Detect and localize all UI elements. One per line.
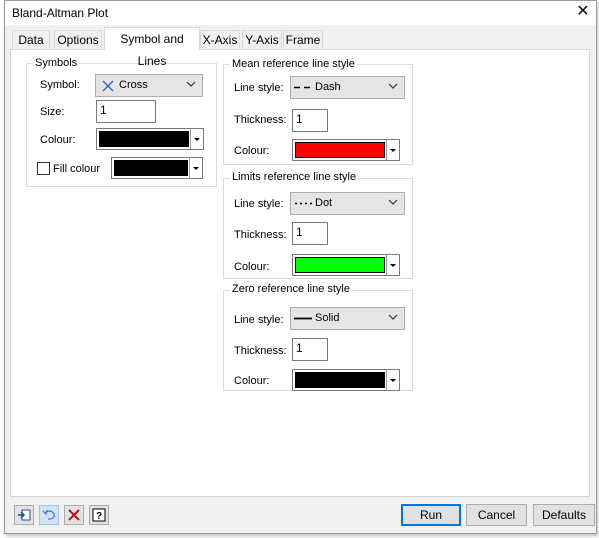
zero-thickness-label: Thickness: bbox=[234, 345, 287, 357]
symbol-colour-picker[interactable] bbox=[96, 128, 204, 150]
zero-line-style-value: Solid bbox=[315, 312, 340, 324]
zero-thickness-input[interactable]: 1 bbox=[292, 338, 328, 361]
zero-line-style-select[interactable]: Solid bbox=[290, 307, 405, 330]
size-label: Size: bbox=[40, 106, 65, 118]
zero-line-group-title: Zero reference line style bbox=[230, 283, 352, 295]
dot-line-icon bbox=[295, 202, 312, 205]
mean-line-style-select[interactable]: Dash bbox=[290, 76, 405, 99]
chevron-down-icon bbox=[388, 314, 398, 320]
chevron-down-icon bbox=[388, 199, 398, 205]
colour-dropdown-icon[interactable] bbox=[190, 129, 203, 149]
symbol-label: Symbol: bbox=[40, 79, 80, 91]
tab-frame[interactable]: Frame bbox=[283, 30, 323, 49]
undo-button[interactable] bbox=[39, 505, 59, 525]
limits-line-group-title: Limits reference line style bbox=[230, 171, 359, 183]
colour-swatch bbox=[99, 131, 189, 147]
solid-line-icon bbox=[294, 317, 312, 320]
restore-icon bbox=[18, 509, 31, 521]
cross-symbol-icon bbox=[102, 80, 114, 92]
tab-symbol-and-lines[interactable]: Symbol and Lines bbox=[104, 27, 200, 68]
dash-line-icon bbox=[294, 86, 312, 89]
close-icon[interactable]: ✕ bbox=[571, 2, 595, 22]
limits-line-style-label: Line style: bbox=[234, 198, 284, 210]
help-icon: ? bbox=[92, 508, 106, 522]
run-button[interactable]: Run bbox=[401, 504, 461, 526]
tab-y-axis[interactable]: Y-Axis bbox=[242, 30, 282, 49]
zero-colour-picker[interactable] bbox=[292, 369, 400, 391]
symbol-select[interactable]: Cross bbox=[95, 74, 203, 97]
fill-colour-label[interactable]: Fill colour bbox=[53, 162, 100, 176]
mean-colour-picker[interactable] bbox=[292, 139, 400, 161]
zero-colour-swatch bbox=[295, 372, 385, 388]
limits-thickness-input[interactable]: 1 bbox=[292, 222, 328, 245]
mean-line-group-title: Mean reference line style bbox=[230, 58, 357, 70]
defaults-button[interactable]: Defaults bbox=[533, 504, 595, 526]
symbols-group-title: Symbols bbox=[33, 57, 80, 69]
mean-colour-dropdown-icon[interactable] bbox=[386, 140, 399, 160]
limits-line-style-value: Dot bbox=[315, 197, 333, 209]
mean-colour-swatch bbox=[295, 142, 385, 158]
mean-line-style-label: Line style: bbox=[234, 82, 284, 94]
limits-line-style-select[interactable]: Dot bbox=[290, 192, 405, 215]
restore-button[interactable] bbox=[14, 505, 34, 525]
limits-colour-picker[interactable] bbox=[292, 254, 400, 276]
tab-data[interactable]: Data bbox=[12, 30, 50, 49]
zero-line-style-label: Line style: bbox=[234, 314, 284, 326]
clear-icon bbox=[68, 509, 80, 521]
svg-text:?: ? bbox=[96, 511, 102, 522]
symbol-value: Cross bbox=[119, 79, 148, 91]
limits-colour-swatch bbox=[295, 257, 385, 273]
mean-thickness-input[interactable]: 1 bbox=[292, 109, 328, 132]
zero-colour-label: Colour: bbox=[234, 375, 270, 387]
fill-colour-checkbox[interactable] bbox=[37, 162, 50, 175]
window-title: Bland-Altman Plot bbox=[12, 6, 109, 20]
mean-colour-label: Colour: bbox=[234, 145, 270, 157]
chevron-down-icon bbox=[186, 81, 196, 87]
zero-colour-dropdown-icon[interactable] bbox=[386, 370, 399, 390]
mean-thickness-label: Thickness: bbox=[234, 114, 287, 126]
limits-colour-dropdown-icon[interactable] bbox=[386, 255, 399, 275]
cancel-button[interactable]: Cancel bbox=[466, 504, 527, 526]
limits-thickness-label: Thickness: bbox=[234, 229, 287, 241]
undo-icon bbox=[42, 509, 55, 520]
chevron-down-icon bbox=[388, 83, 398, 89]
tab-options[interactable]: Options bbox=[54, 30, 102, 49]
limits-colour-label: Colour: bbox=[234, 261, 270, 273]
fill-colour-dropdown-icon[interactable] bbox=[189, 158, 202, 178]
colour-label: Colour: bbox=[40, 134, 76, 146]
fill-colour-swatch bbox=[114, 160, 188, 176]
fill-colour-picker[interactable] bbox=[111, 157, 203, 179]
help-button[interactable]: ? bbox=[89, 505, 109, 525]
tab-x-axis[interactable]: X-Axis bbox=[200, 30, 240, 49]
clear-button[interactable] bbox=[64, 505, 84, 525]
size-input[interactable]: 1 bbox=[96, 100, 156, 123]
mean-line-style-value: Dash bbox=[315, 81, 341, 93]
